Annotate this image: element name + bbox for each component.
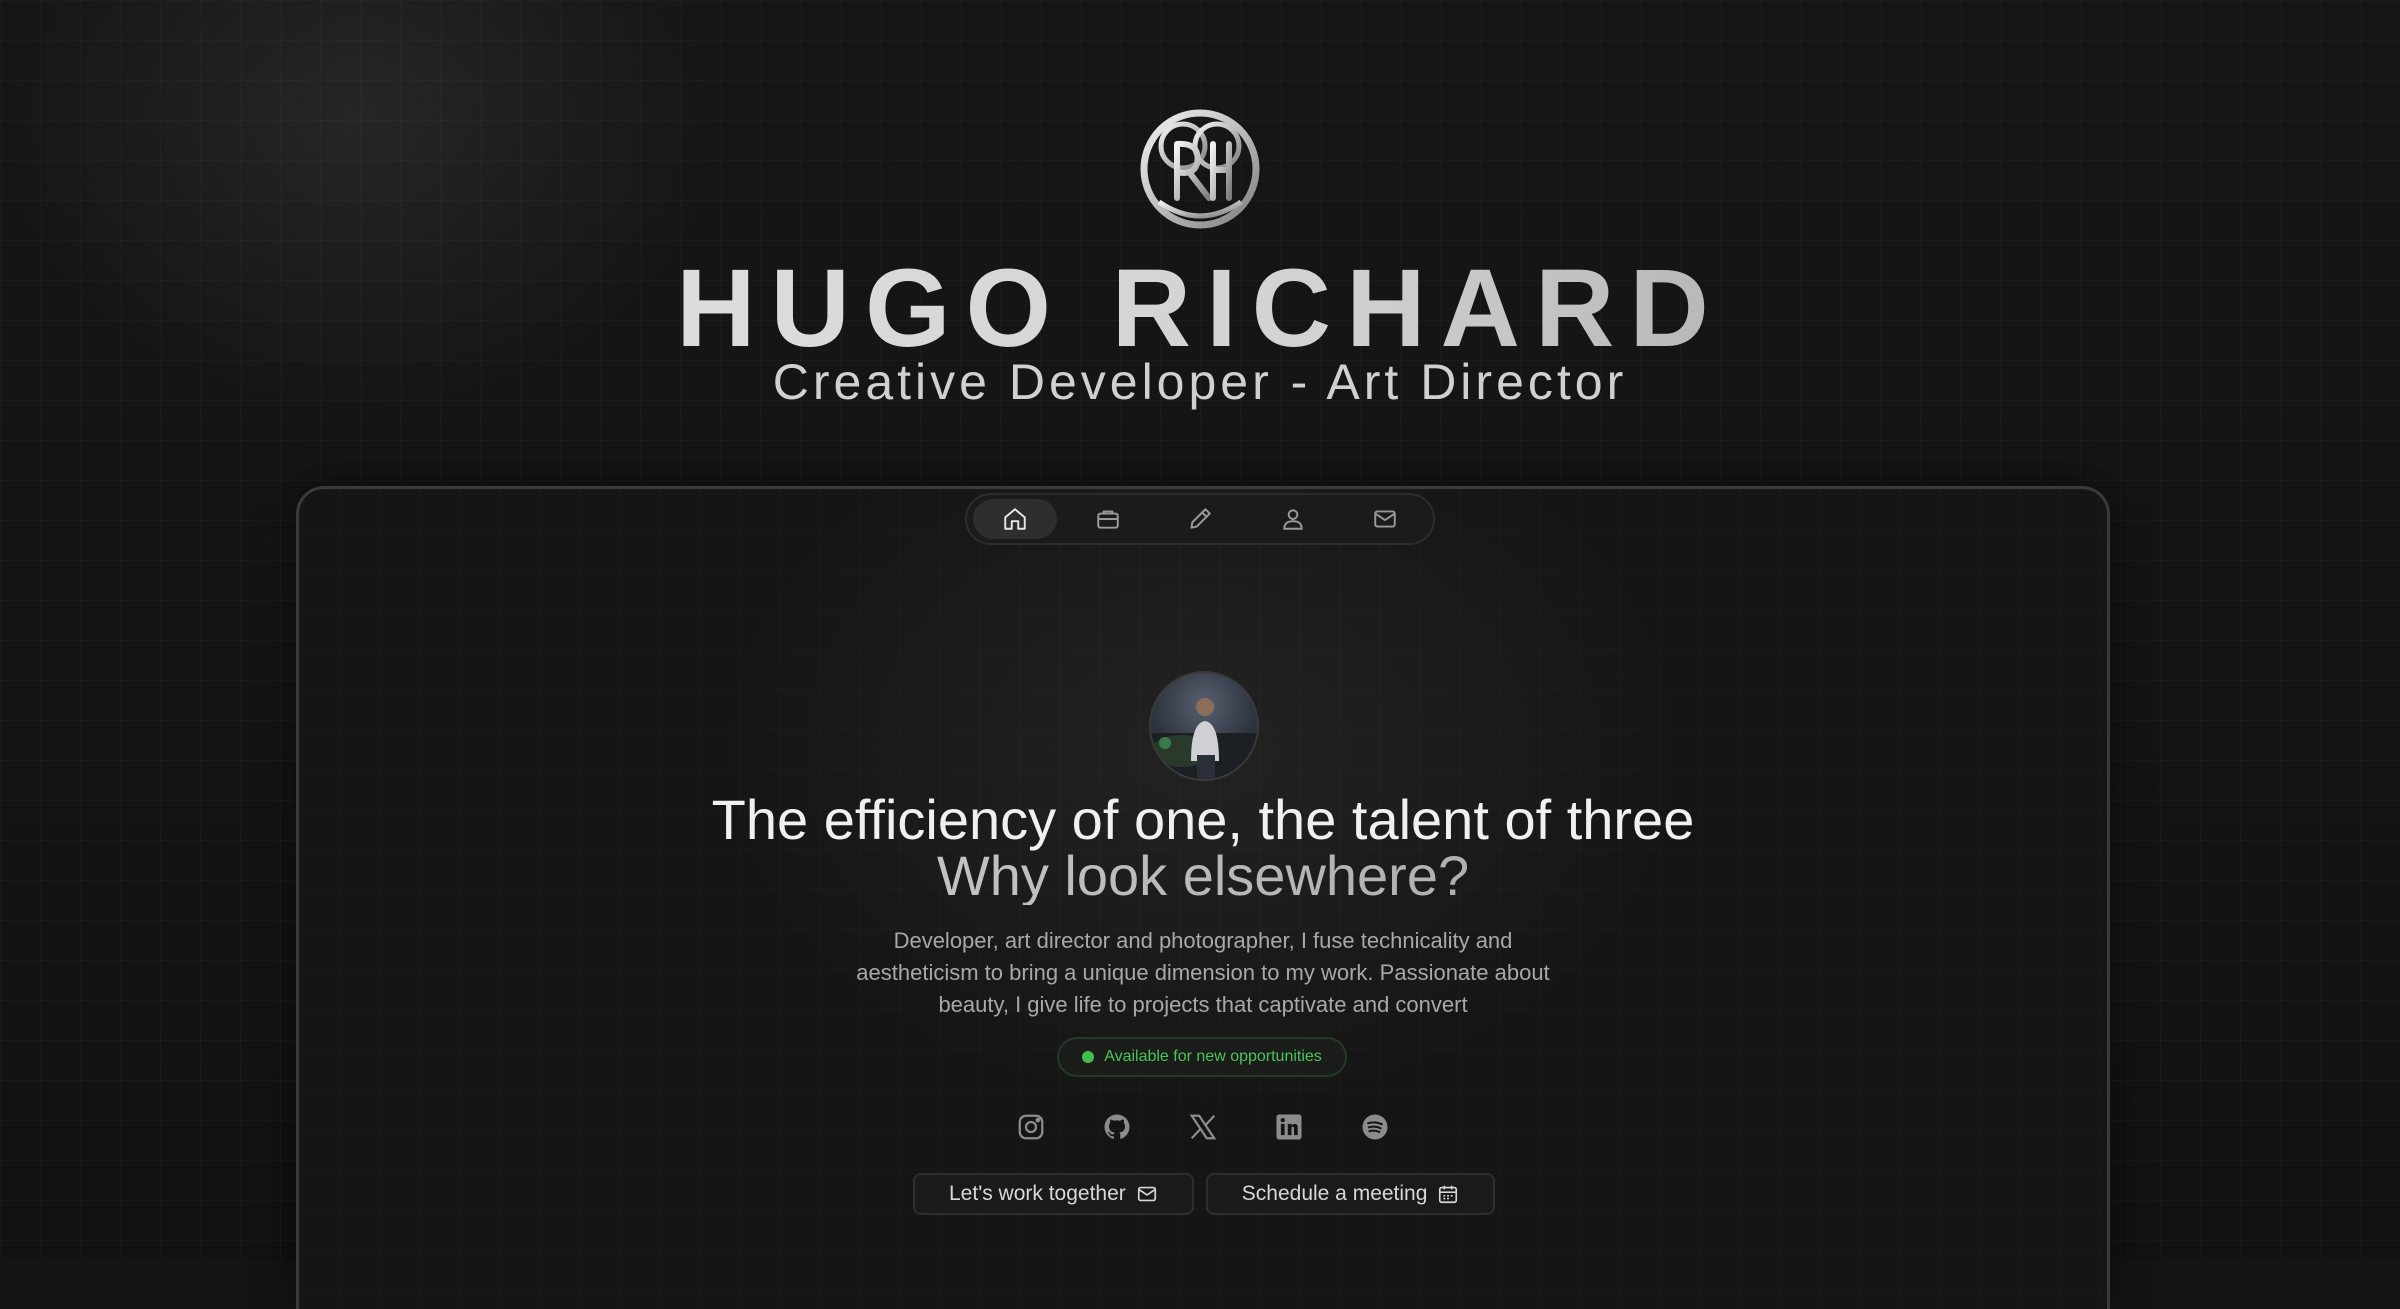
x-link[interactable] xyxy=(1185,1109,1221,1145)
headline-question: Why look elsewhere? xyxy=(299,847,2107,905)
work-together-button[interactable]: Let's work together xyxy=(913,1173,1194,1215)
github-link[interactable] xyxy=(1099,1109,1135,1145)
top-navbar xyxy=(965,493,1435,545)
social-links xyxy=(1013,1107,1393,1147)
schedule-meeting-label: Schedule a meeting xyxy=(1241,1182,1428,1205)
github-icon xyxy=(1104,1114,1130,1139)
pen-icon xyxy=(1190,508,1211,529)
mail-icon xyxy=(1137,1186,1156,1202)
linkedin-link[interactable] xyxy=(1271,1109,1307,1145)
schedule-meeting-button[interactable]: Schedule a meeting xyxy=(1205,1173,1496,1215)
monogram-logo xyxy=(1140,109,1260,229)
instagram-link[interactable] xyxy=(1013,1109,1049,1145)
x-icon xyxy=(1189,1114,1217,1140)
availability-badge: Available for new opportunities xyxy=(1057,1037,1347,1077)
spotify-icon xyxy=(1362,1114,1388,1140)
user-icon xyxy=(1282,509,1303,530)
brand-subtitle: Creative Developer - Art Director xyxy=(772,354,1628,410)
availability-text: Available for new opportunities xyxy=(1104,1048,1322,1065)
nav-home[interactable] xyxy=(973,499,1057,539)
work-together-label: Let's work together xyxy=(949,1182,1126,1205)
avatar xyxy=(1149,671,1259,781)
browser-frame: The efficiency of one, the talent of thr… xyxy=(296,486,2110,1309)
headline: The efficiency of one, the talent of thr… xyxy=(711,788,1695,851)
briefcase-icon xyxy=(1096,510,1119,529)
profile-description: Developer, art director and photographer… xyxy=(856,928,1550,1017)
status-dot-icon xyxy=(1082,1051,1095,1063)
linkedin-icon xyxy=(1276,1114,1302,1140)
nav-about[interactable] xyxy=(1251,499,1335,539)
nav-contact[interactable] xyxy=(1343,499,1427,539)
mail-icon xyxy=(1374,510,1396,528)
cta-group: Let's work together Schedule a meeting xyxy=(913,1173,1496,1215)
spotify-link[interactable] xyxy=(1357,1109,1393,1145)
nav-work[interactable] xyxy=(1066,499,1150,539)
home-icon xyxy=(1004,508,1026,530)
instagram-icon xyxy=(1018,1114,1044,1140)
avatar-photo xyxy=(1151,698,1257,779)
nav-blog[interactable] xyxy=(1158,499,1242,539)
calendar-icon xyxy=(1439,1185,1458,1204)
